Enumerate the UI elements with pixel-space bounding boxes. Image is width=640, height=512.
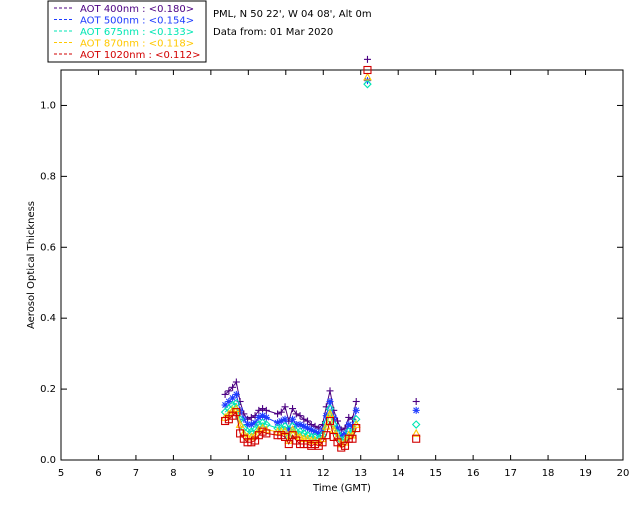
data-point bbox=[326, 387, 334, 395]
data-point bbox=[352, 406, 360, 414]
data-point bbox=[363, 55, 371, 63]
series-0 bbox=[221, 55, 420, 434]
y-tick-label: 1.0 bbox=[40, 100, 56, 111]
y-tick-label: 0.6 bbox=[40, 242, 56, 253]
legend-entry: AOT 1020nm : <0.112> bbox=[80, 50, 200, 61]
series-1 bbox=[221, 77, 420, 439]
y-tick-label: 0.8 bbox=[40, 171, 56, 182]
x-tick-label: 12 bbox=[317, 468, 330, 479]
series-3 bbox=[220, 72, 421, 448]
x-tick-label: 8 bbox=[170, 468, 176, 479]
data-point bbox=[411, 420, 421, 429]
series-4 bbox=[221, 65, 421, 452]
data-point bbox=[412, 398, 420, 405]
data-point bbox=[345, 413, 353, 421]
y-tick-label: 0.0 bbox=[40, 455, 56, 466]
data-point bbox=[352, 398, 360, 405]
data-point bbox=[326, 398, 334, 405]
series-2 bbox=[220, 79, 421, 445]
data-series bbox=[220, 55, 421, 452]
y-axis-title: Aerosol Optical Thickness bbox=[26, 201, 37, 329]
x-tick-label: 19 bbox=[579, 468, 592, 479]
x-tick-label: 14 bbox=[392, 468, 405, 479]
data-point bbox=[247, 413, 255, 421]
x-tick-label: 7 bbox=[133, 468, 139, 479]
x-axis-title: Time (GMT) bbox=[312, 483, 371, 494]
x-tick-label: 10 bbox=[242, 468, 255, 479]
x-tick-label: 18 bbox=[542, 468, 555, 479]
data-point bbox=[281, 403, 289, 411]
data-point bbox=[259, 405, 267, 413]
x-tick-label: 13 bbox=[354, 468, 367, 479]
data-point bbox=[262, 406, 270, 414]
data-point bbox=[232, 390, 240, 398]
data-point bbox=[255, 406, 263, 414]
legend-entry: AOT 870nm : <0.118> bbox=[80, 39, 194, 50]
data-point bbox=[292, 410, 300, 418]
data-point bbox=[289, 415, 297, 423]
y-tick-label: 0.4 bbox=[40, 313, 56, 324]
site-info: PML, N 50 22', W 04 08', Alt 0m bbox=[213, 9, 372, 20]
y-tick-label: 0.2 bbox=[40, 384, 56, 395]
x-tick-label: 6 bbox=[95, 468, 101, 479]
x-tick-label: 11 bbox=[279, 468, 292, 479]
x-axis: 5 6 7 8 9 10 11 12 13 14 15 16 17 18 19 20 bbox=[58, 70, 630, 479]
aot-chart: AOT 400nm : <0.180>AOT 500nm : <0.154>AO… bbox=[26, 0, 630, 494]
x-tick-label: 17 bbox=[504, 468, 517, 479]
legend-entry: AOT 675nm : <0.133> bbox=[80, 27, 194, 38]
x-tick-label: 16 bbox=[467, 468, 480, 479]
legend-entry: AOT 500nm : <0.154> bbox=[80, 16, 194, 27]
data-point bbox=[274, 410, 282, 418]
data-point bbox=[289, 405, 297, 413]
series-line bbox=[224, 380, 357, 431]
data-point bbox=[412, 406, 420, 414]
plot-frame bbox=[60, 69, 624, 461]
legend-entry: AOT 400nm : <0.180> bbox=[80, 4, 194, 15]
x-tick-label: 20 bbox=[617, 468, 630, 479]
x-tick-label: 15 bbox=[429, 468, 442, 479]
data-point bbox=[277, 408, 285, 416]
date-info: Data from: 01 Mar 2020 bbox=[213, 27, 333, 38]
data-point bbox=[281, 415, 289, 423]
x-tick-label: 5 bbox=[58, 468, 64, 479]
x-tick-label: 9 bbox=[208, 468, 214, 479]
data-point bbox=[232, 378, 240, 386]
